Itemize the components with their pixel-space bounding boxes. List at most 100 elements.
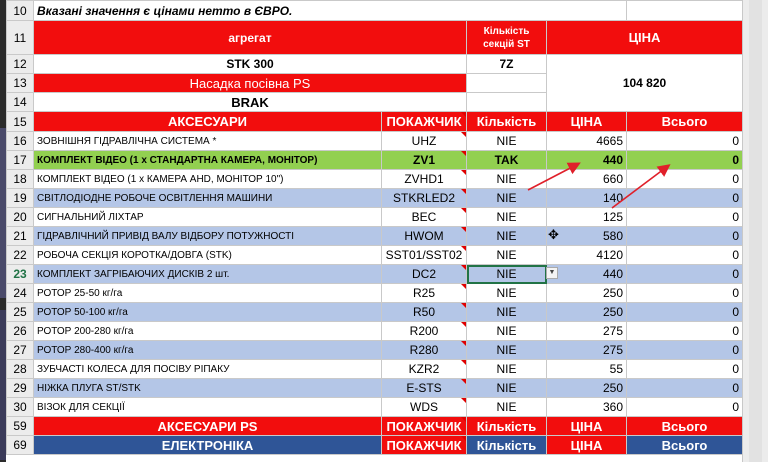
scrollbar-track[interactable] (749, 0, 762, 462)
accessory-total[interactable]: 0 (626, 207, 744, 227)
spreadsheet-grid[interactable]: 10 Вказані значення є цінами нетто в ЄВР… (6, 0, 744, 462)
qty-header[interactable]: Кількість (466, 111, 547, 132)
accessory-name[interactable]: ВІЗОК ДЛЯ СЕКЦІЇ (33, 397, 382, 417)
accessory-name[interactable]: ГІДРАВЛІЧНИЙ ПРИВІД ВАЛУ ВІДБОРУ ПОТУЖНО… (33, 226, 382, 246)
accessory-name[interactable]: РОТОР 200-280 кг/га (33, 321, 382, 341)
accessory-name[interactable]: КОМПЛЕКТ ВІДЕО (1 х КАМЕРА AHD, МОНІТОР … (33, 169, 382, 189)
row-number[interactable]: 59 (6, 416, 34, 436)
accessory-total[interactable]: 0 (626, 283, 744, 303)
machine-model[interactable]: STK 300 (33, 54, 467, 74)
accessory-qty[interactable]: NIE (466, 302, 547, 322)
machine-sections[interactable]: 7Z (466, 54, 547, 74)
accessory-qty[interactable]: NIE (466, 188, 547, 208)
attachment-name[interactable]: Насадка посівна PS (33, 73, 467, 93)
ps-price-header[interactable]: ЦІНА (545, 416, 628, 436)
accessory-total[interactable]: 0 (626, 150, 744, 170)
row-number[interactable]: 27 (6, 340, 34, 360)
accessory-qty[interactable]: NIE (466, 207, 547, 227)
accessory-qty[interactable]: NIE (466, 397, 547, 417)
accessory-code[interactable]: E-STS (381, 378, 467, 398)
accessory-qty[interactable]: NIE (466, 169, 547, 189)
accessory-price[interactable]: 360 (545, 397, 628, 417)
row-number[interactable]: 16 (6, 131, 34, 151)
ps-code-header[interactable]: ПОКАЖЧИК (381, 416, 467, 436)
cell[interactable] (466, 92, 547, 112)
row-number[interactable]: 29 (6, 378, 34, 398)
accessory-name[interactable]: СВІТЛОДІОДНЕ РОБОЧЕ ОСВІТЛЕННЯ МАШИНИ (33, 188, 382, 208)
accessory-qty[interactable]: NIE (466, 283, 547, 303)
accessory-qty[interactable]: NIE (466, 378, 547, 398)
accessory-price[interactable]: 440 (545, 150, 628, 170)
ps-total-header[interactable]: Всього (626, 416, 744, 436)
cell[interactable] (626, 0, 744, 21)
accessory-price[interactable]: 250 (545, 378, 628, 398)
el-price-header[interactable]: ЦІНА (545, 435, 628, 455)
accessory-code[interactable]: ZV1 (381, 150, 467, 170)
accessory-price[interactable]: 660 (545, 169, 628, 189)
accessory-code[interactable]: R280 (381, 340, 467, 360)
accessory-name[interactable]: СИГНАЛЬНИЙ ЛІХТАР (33, 207, 382, 227)
accessory-qty[interactable]: NIE ▼ (466, 264, 558, 284)
electronics-title[interactable]: ЕЛЕКТРОНІКА (33, 435, 382, 455)
accessory-total[interactable]: 0 (626, 264, 744, 284)
accessory-price[interactable]: 440 (545, 264, 628, 284)
row-number[interactable]: 22 (6, 245, 34, 265)
row-number[interactable]: 17 (6, 150, 34, 170)
row-number[interactable]: 19 (6, 188, 34, 208)
ps-accessories-title[interactable]: АКСЕСУАРИ PS (33, 416, 382, 436)
accessory-total[interactable]: 0 (626, 131, 744, 151)
accessory-total[interactable]: 0 (626, 378, 744, 398)
accessory-code[interactable]: UHZ (381, 131, 467, 151)
accessory-qty[interactable]: NIE (466, 245, 547, 265)
row-number[interactable]: 30 (6, 397, 34, 417)
row-number[interactable]: 21 (6, 226, 34, 246)
accessory-code[interactable]: SST01/SST02 (381, 245, 467, 265)
accessory-total[interactable]: 0 (626, 359, 744, 379)
aggregate-header[interactable]: агрегат (33, 20, 467, 55)
row-number[interactable]: 10 (6, 0, 34, 21)
accessory-total[interactable]: 0 (626, 226, 744, 246)
accessory-total[interactable]: 0 (626, 302, 744, 322)
accessory-qty[interactable]: NIE (466, 321, 547, 341)
attachment-status[interactable]: BRAK (33, 92, 467, 112)
el-qty-header[interactable]: Кількість (466, 435, 547, 455)
row-number[interactable]: 11 (6, 20, 34, 55)
accessory-price[interactable]: 250 (545, 283, 628, 303)
row-number[interactable]: 28 (6, 359, 34, 379)
row-number[interactable]: 14 (6, 92, 34, 112)
accessories-title[interactable]: АКСЕСУАРИ (33, 111, 382, 132)
accessory-name[interactable]: ЗОВНІШНЯ ГІДРАВЛІЧНА СИСТЕМА * (33, 131, 382, 151)
unit-price-header[interactable]: ЦІНА (545, 111, 628, 132)
accessory-code[interactable]: DC2 (381, 264, 467, 284)
accessory-name[interactable]: РОТОР 280-400 кг/га (33, 340, 382, 360)
accessory-qty[interactable]: NIE (466, 340, 547, 360)
accessory-name[interactable]: КОМПЛЕКТ ВІДЕО (1 х СТАНДАРТНА КАМЕРА, М… (33, 150, 382, 170)
el-code-header[interactable]: ПОКАЖЧИК (381, 435, 467, 455)
accessory-qty[interactable]: NIE (466, 131, 547, 151)
accessory-price[interactable]: 275 (545, 340, 628, 360)
accessory-name[interactable]: РОТОР 25-50 кг/га (33, 283, 382, 303)
row-number[interactable]: 15 (6, 111, 34, 132)
row-number[interactable]: 23 (6, 264, 34, 284)
row-number[interactable]: 24 (6, 283, 34, 303)
accessory-code[interactable]: R200 (381, 321, 467, 341)
code-header[interactable]: ПОКАЖЧИК (381, 111, 467, 132)
total-header[interactable]: Всього (626, 111, 744, 132)
accessory-total[interactable]: 0 (626, 397, 744, 417)
accessory-code[interactable]: HWOM (381, 226, 467, 246)
accessory-total[interactable]: 0 (626, 321, 744, 341)
accessory-code[interactable]: ZVHD1 (381, 169, 467, 189)
cell[interactable] (466, 73, 547, 93)
accessory-total[interactable]: 0 (626, 245, 744, 265)
machine-price[interactable]: 104 820 (545, 54, 744, 112)
accessory-price[interactable]: 275 (545, 321, 628, 341)
accessory-name[interactable]: РОТОР 50-100 кг/га (33, 302, 382, 322)
accessory-code[interactable]: STKRLED2 (381, 188, 467, 208)
accessory-code[interactable]: R25 (381, 283, 467, 303)
vertical-scrollbar[interactable] (742, 0, 768, 462)
accessory-total[interactable]: 0 (626, 188, 744, 208)
accessory-code[interactable]: WDS (381, 397, 467, 417)
accessory-price[interactable]: 4665 (545, 131, 628, 151)
accessory-price[interactable]: 140 (545, 188, 628, 208)
row-number[interactable]: 26 (6, 321, 34, 341)
